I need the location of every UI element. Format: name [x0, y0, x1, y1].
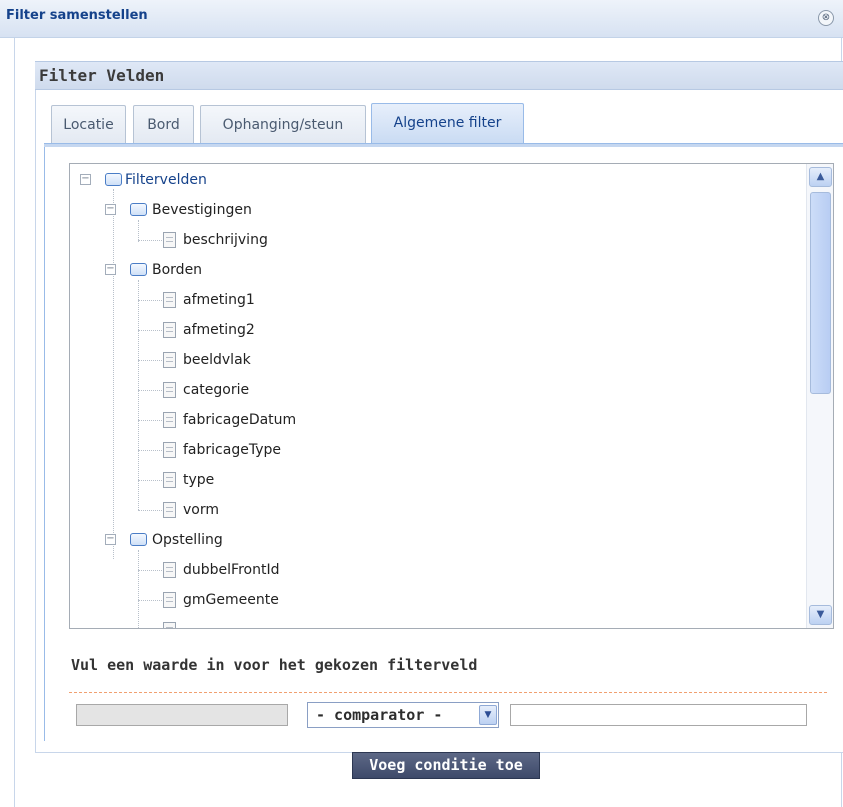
- form-title: Vul een waarde in voor het gekozen filte…: [71, 656, 478, 674]
- document-icon: [163, 502, 176, 518]
- tree-leaf-label: afmeting2: [183, 322, 255, 338]
- tree-connector: [138, 550, 139, 628]
- folder-icon: [105, 173, 122, 186]
- tree-node-borden[interactable]: − Borden: [105, 259, 405, 281]
- tree-leaf-label: fabricageDatum: [183, 412, 297, 428]
- tree-leaf-gmgemeente[interactable]: gmGemeente: [163, 589, 463, 611]
- tree-leaf-label: fabricageType: [183, 442, 281, 458]
- tree-connector: [138, 420, 162, 421]
- tree-leaf-beeldvlak[interactable]: beeldvlak: [163, 349, 463, 371]
- tree-connector: [138, 300, 162, 301]
- collapse-icon[interactable]: −: [105, 204, 116, 215]
- selected-field-display: [76, 704, 288, 726]
- document-icon: [163, 322, 176, 338]
- tree-leaf-label: type: [183, 472, 215, 488]
- tab-ophanging-steun[interactable]: Ophanging/steun: [200, 105, 366, 144]
- tab-locatie[interactable]: Locatie: [51, 105, 126, 144]
- panel-title: Filter Velden: [39, 66, 165, 85]
- tree-connector: [138, 570, 162, 571]
- document-icon: [163, 472, 176, 488]
- collapse-icon[interactable]: −: [105, 264, 116, 275]
- tree-connector: [138, 220, 139, 242]
- tree-connector: [138, 390, 162, 391]
- tree-leaf-label: vorm: [183, 502, 219, 518]
- divider: [69, 692, 827, 693]
- filter-value-input[interactable]: [510, 704, 807, 726]
- document-icon: [163, 382, 176, 398]
- tree-node-opstelling[interactable]: − Opstelling: [105, 529, 405, 551]
- folder-icon: [130, 533, 147, 546]
- tree-leaf-afmeting1[interactable]: afmeting1: [163, 289, 463, 311]
- tree-scrollbar[interactable]: ▲ ▼: [806, 164, 833, 628]
- tree-connector: [113, 189, 114, 559]
- document-icon: [163, 442, 176, 458]
- dialog-titlebar: Filter samenstellen ⊗: [0, 0, 843, 38]
- document-icon: [163, 592, 176, 608]
- panel-header: Filter Velden: [35, 61, 843, 90]
- tree-leaf-fabricagedatum[interactable]: fabricageDatum: [163, 409, 463, 431]
- tree-leaf-label: beeldvlak: [183, 352, 251, 368]
- tab-bord[interactable]: Bord: [133, 105, 194, 144]
- folder-icon: [130, 203, 147, 216]
- tree-leaf-categorie[interactable]: categorie: [163, 379, 463, 401]
- tree-node-label: Borden: [152, 262, 203, 278]
- tree-leaf-label: dubbelFrontId: [183, 562, 280, 578]
- collapse-icon[interactable]: −: [105, 534, 116, 545]
- comparator-value: - comparator -: [316, 706, 443, 724]
- add-condition-button[interactable]: Voeg conditie toe: [352, 752, 540, 779]
- tree-leaf-label: beschrijving: [183, 232, 268, 248]
- tree-leaf-vorm[interactable]: vorm: [163, 499, 463, 521]
- tree-connector: [138, 240, 162, 241]
- tree-leaf-fabricagetype[interactable]: fabricageType: [163, 439, 463, 461]
- collapse-icon[interactable]: −: [80, 174, 91, 185]
- tree-connector: [138, 480, 162, 481]
- document-icon: [163, 412, 176, 428]
- scroll-up-icon[interactable]: ▲: [809, 167, 832, 187]
- document-icon: [163, 622, 176, 628]
- scroll-down-icon[interactable]: ▼: [809, 605, 832, 625]
- tree-leaf-label: gmGemeente: [183, 592, 279, 608]
- scrollbar-thumb[interactable]: [810, 192, 831, 394]
- tree-node-filtervelden[interactable]: − Filtervelden: [80, 169, 380, 191]
- tree-connector: [138, 450, 162, 451]
- tree-leaf-beschrijving[interactable]: beschrijving: [163, 229, 463, 251]
- tree-node-label: Filtervelden: [125, 172, 207, 188]
- close-icon[interactable]: ⊗: [818, 10, 834, 26]
- tree-node-label: Bevestigingen: [152, 202, 252, 218]
- tab-algemene-filter[interactable]: Algemene filter: [371, 103, 524, 144]
- tree-leaf-label: categorie: [183, 382, 250, 398]
- filter-field-tree[interactable]: − Filtervelden − Bevestigingen beschrijv…: [69, 163, 834, 629]
- comparator-select[interactable]: - comparator - ▼: [307, 702, 499, 728]
- tree-node-label: Opstelling: [152, 532, 223, 548]
- tree-connector: [138, 360, 162, 361]
- tree-leaf-partial: [163, 619, 463, 628]
- tree-connector: [138, 600, 162, 601]
- tree-connector: [138, 510, 162, 511]
- tree-leaf-label: afmeting1: [183, 292, 255, 308]
- tree-leaf-afmeting2[interactable]: afmeting2: [163, 319, 463, 341]
- folder-icon: [130, 263, 147, 276]
- dialog-title: Filter samenstellen: [6, 8, 148, 23]
- tree-connector: [138, 280, 139, 510]
- document-icon: [163, 232, 176, 248]
- tree-leaf-dubbelfrontid[interactable]: dubbelFrontId: [163, 559, 463, 581]
- document-icon: [163, 352, 176, 368]
- tree-leaf-type[interactable]: type: [163, 469, 463, 491]
- chevron-down-icon[interactable]: ▼: [479, 705, 497, 725]
- document-icon: [163, 562, 176, 578]
- tree-connector: [138, 330, 162, 331]
- document-icon: [163, 292, 176, 308]
- tree-node-bevestigingen[interactable]: − Bevestigingen: [105, 199, 405, 221]
